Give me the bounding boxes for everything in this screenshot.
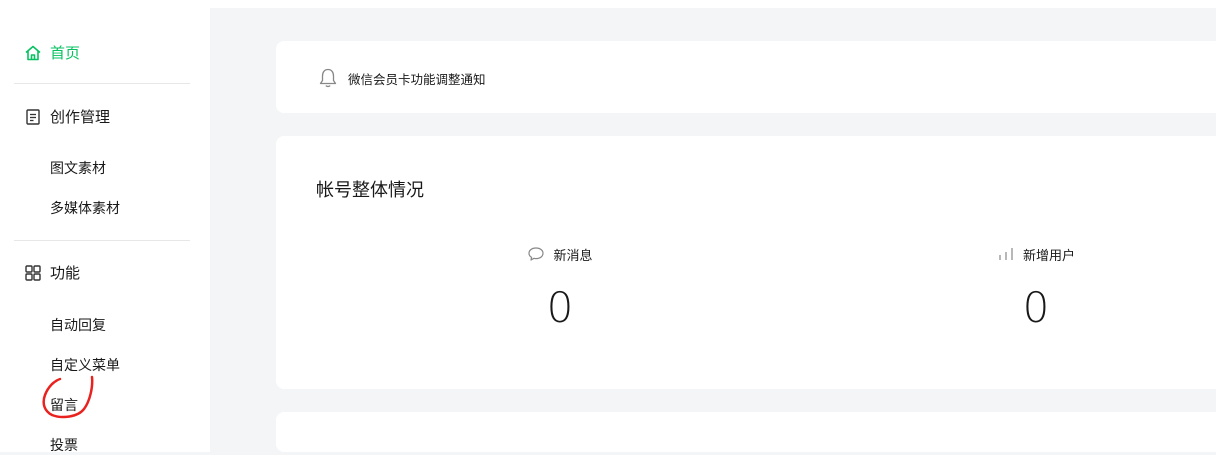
bar-chart-icon: [997, 246, 1015, 262]
grid-icon: [24, 264, 42, 282]
divider: [14, 83, 190, 84]
notice-link[interactable]: 微信会员卡功能调整通知: [348, 69, 486, 88]
stat-value: 0: [1022, 283, 1050, 332]
stat-label: 新增用户: [1022, 248, 1075, 264]
sidebar-section-label: 功能: [50, 264, 81, 282]
home-icon: [24, 44, 42, 62]
section-title: 帐号整体情况: [316, 180, 424, 201]
sidebar-section-create[interactable]: 创作管理: [24, 106, 110, 127]
sidebar: 首页 创作管理 图文素材 多媒体素材 功能 自动回复 自定义菜单 留言 投票: [0, 8, 210, 455]
sidebar-item-auto-reply[interactable]: 自动回复: [50, 315, 106, 335]
sidebar-item-media[interactable]: 多媒体素材: [50, 198, 120, 218]
red-circle-annotation: [42, 375, 94, 419]
sidebar-item-vote[interactable]: 投票: [50, 435, 78, 455]
top-strip: [0, 0, 1216, 8]
stat-new-messages[interactable]: 新消息 0: [460, 244, 660, 332]
divider: [14, 240, 190, 241]
chat-bubble-icon: [527, 246, 545, 262]
sidebar-section-function[interactable]: 功能: [24, 262, 80, 283]
stat-value: 0: [546, 283, 574, 332]
sidebar-item-home[interactable]: 首页: [24, 42, 80, 63]
sidebar-item-custom-menu[interactable]: 自定义菜单: [50, 355, 120, 375]
document-icon: [24, 108, 42, 126]
notice-card[interactable]: 微信会员卡功能调整通知: [276, 41, 1216, 113]
stat-new-users[interactable]: 新增用户 0: [936, 244, 1136, 332]
account-overview-card: 帐号整体情况 新消息 0 新增用户 0: [276, 136, 1216, 389]
sidebar-item-label: 首页: [50, 44, 81, 62]
sidebar-item-image-text[interactable]: 图文素材: [50, 158, 106, 178]
sidebar-section-label: 创作管理: [50, 108, 111, 126]
stat-label: 新消息: [553, 248, 593, 264]
content-card: [276, 412, 1216, 452]
bell-icon: [318, 67, 338, 89]
